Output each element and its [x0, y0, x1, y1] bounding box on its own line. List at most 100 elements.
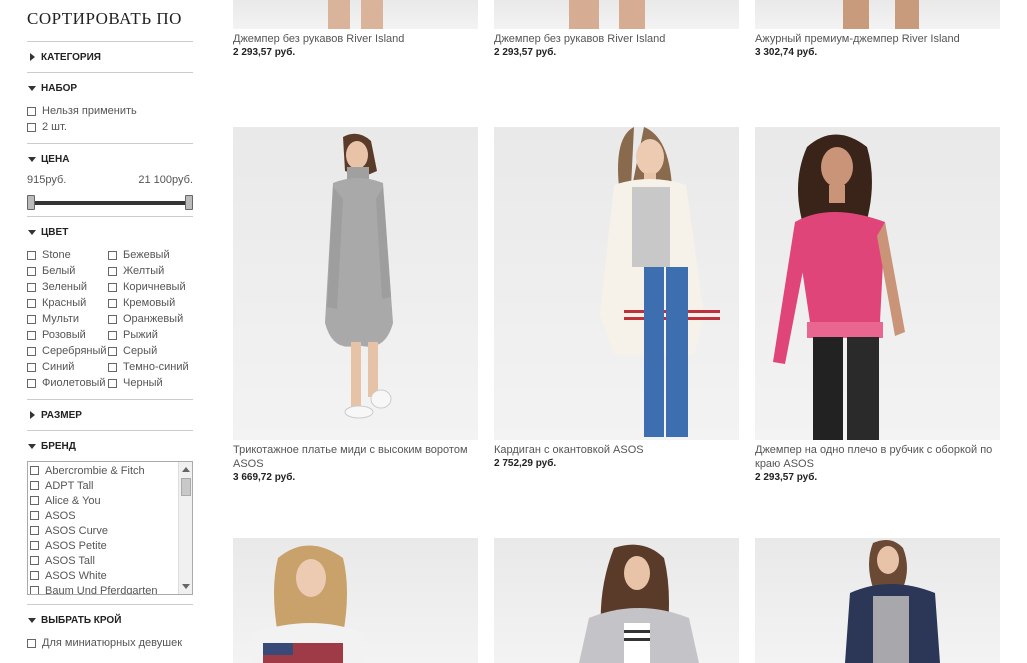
brand-option[interactable]: ASOS	[30, 508, 192, 523]
product-name[interactable]: Джемпер без рукавов River Island	[494, 32, 739, 46]
color-option[interactable]: Темно-синий	[108, 359, 193, 375]
checkbox[interactable]	[30, 526, 39, 535]
product-image[interactable]	[233, 0, 478, 29]
checkbox[interactable]	[27, 298, 36, 308]
product-image[interactable]	[494, 538, 739, 663]
product-price: 2 752,29 руб.	[494, 458, 557, 469]
product-name[interactable]: Трикотажное платье миди с высоким ворото…	[233, 443, 478, 471]
brand-option[interactable]: ASOS Tall	[30, 553, 192, 568]
filter-fit: ВЫБРАТЬ КРОЙ Для миниатюрных девушек	[27, 605, 193, 651]
set-option-not-applicable[interactable]: Нельзя применить	[27, 103, 193, 119]
filter-color-label: ЦВЕТ	[41, 226, 69, 238]
color-option[interactable]: Оранжевый	[108, 311, 193, 327]
product-image[interactable]	[755, 538, 1000, 663]
slider-min-handle[interactable]	[27, 195, 35, 210]
checkbox[interactable]	[27, 330, 36, 340]
checkbox[interactable]	[108, 378, 117, 388]
brand-list-box[interactable]: Abercrombie & Fitch ADPT Tall Alice & You A…	[27, 461, 193, 595]
scroll-down-icon[interactable]	[182, 584, 190, 589]
price-range-slider[interactable]	[27, 190, 193, 216]
product-name[interactable]: Джемпер на одно плечо в рубчик с оборкой…	[755, 443, 1000, 471]
color-option[interactable]: Синий	[27, 359, 108, 375]
product-photo-sweater-flag	[253, 545, 363, 663]
product-image[interactable]	[233, 538, 478, 663]
checkbox[interactable]	[27, 346, 36, 356]
filter-set-toggle[interactable]: НАБОР	[27, 73, 193, 103]
color-option[interactable]: Черный	[108, 375, 193, 391]
slider-max-handle[interactable]	[185, 195, 193, 210]
brand-option[interactable]: ASOS Curve	[30, 523, 192, 538]
product-image[interactable]	[494, 127, 739, 440]
color-option[interactable]: Серебряный	[27, 343, 108, 359]
filter-set: НАБОР Нельзя применить 2 шт.	[27, 73, 193, 144]
filter-price-toggle[interactable]: ЦЕНА	[27, 144, 193, 174]
brand-option[interactable]: ADPT Tall	[30, 478, 192, 493]
product-price: 3 302,74 руб.	[755, 47, 818, 58]
fit-option-petite[interactable]: Для миниатюрных девушек	[27, 635, 193, 651]
chevron-down-icon	[28, 156, 36, 162]
filter-category-toggle[interactable]: КАТЕГОРИЯ	[27, 42, 193, 72]
brand-option[interactable]: Baum Und Pferdgarten	[30, 583, 192, 594]
scroll-up-icon[interactable]	[182, 467, 190, 472]
checkbox[interactable]	[108, 266, 117, 276]
chevron-right-icon	[30, 411, 35, 419]
checkbox[interactable]	[108, 250, 117, 260]
color-option[interactable]: Мульти	[27, 311, 108, 327]
checkbox[interactable]	[108, 298, 117, 308]
product-image[interactable]	[494, 0, 739, 29]
color-option[interactable]: Бежевый	[108, 247, 193, 263]
product-image[interactable]	[755, 0, 1000, 29]
brand-option[interactable]: Abercrombie & Fitch	[30, 463, 192, 478]
product-name[interactable]: Кардиган с окантовкой ASOS	[494, 443, 739, 457]
color-option[interactable]: Желтый	[108, 263, 193, 279]
product-image[interactable]	[755, 127, 1000, 440]
color-option[interactable]: Розовый	[27, 327, 108, 343]
product-name[interactable]: Ажурный премиум-джемпер River Island	[755, 32, 1000, 46]
checkbox[interactable]	[108, 282, 117, 292]
checkbox[interactable]	[27, 638, 36, 648]
checkbox[interactable]	[27, 314, 36, 324]
filter-color-toggle[interactable]: ЦВЕТ	[27, 217, 193, 247]
checkbox[interactable]	[27, 362, 36, 372]
color-option[interactable]: Stone	[27, 247, 108, 263]
checkbox[interactable]	[30, 541, 39, 550]
color-option-label: Синий	[42, 361, 75, 373]
color-option[interactable]: Белый	[27, 263, 108, 279]
checkbox[interactable]	[30, 481, 39, 490]
filter-brand-toggle[interactable]: БРЕНД	[27, 431, 193, 461]
checkbox[interactable]	[30, 586, 39, 594]
checkbox[interactable]	[27, 378, 36, 388]
checkbox[interactable]	[27, 106, 36, 116]
product-image[interactable]	[233, 127, 478, 440]
color-option[interactable]: Красный	[27, 295, 108, 311]
filter-fit-label: ВЫБРАТЬ КРОЙ	[41, 614, 122, 626]
checkbox[interactable]	[27, 282, 36, 292]
brand-option[interactable]: ASOS White	[30, 568, 192, 583]
color-option[interactable]: Серый	[108, 343, 193, 359]
brand-option[interactable]: Alice & You	[30, 493, 192, 508]
checkbox[interactable]	[108, 362, 117, 372]
color-option[interactable]: Фиолетовый	[27, 375, 108, 391]
checkbox[interactable]	[30, 511, 39, 520]
checkbox[interactable]	[30, 571, 39, 580]
checkbox[interactable]	[30, 556, 39, 565]
color-option[interactable]: Рыжий	[108, 327, 193, 343]
brand-option[interactable]: ASOS Petite	[30, 538, 192, 553]
color-option[interactable]: Коричневый	[108, 279, 193, 295]
checkbox[interactable]	[27, 122, 36, 132]
checkbox[interactable]	[108, 346, 117, 356]
checkbox[interactable]	[30, 496, 39, 505]
color-option[interactable]: Зеленый	[27, 279, 108, 295]
product-name[interactable]: Джемпер без рукавов River Island	[233, 32, 478, 46]
checkbox[interactable]	[27, 250, 36, 260]
scroll-thumb[interactable]	[181, 478, 191, 496]
color-option[interactable]: Кремовый	[108, 295, 193, 311]
filter-size-toggle[interactable]: РАЗМЕР	[27, 400, 193, 430]
checkbox[interactable]	[108, 330, 117, 340]
brand-scrollbar[interactable]	[178, 462, 192, 594]
checkbox[interactable]	[27, 266, 36, 276]
checkbox[interactable]	[108, 314, 117, 324]
filter-fit-toggle[interactable]: ВЫБРАТЬ КРОЙ	[27, 605, 193, 635]
set-option-2-pcs[interactable]: 2 шт.	[27, 119, 193, 135]
checkbox[interactable]	[30, 466, 39, 475]
